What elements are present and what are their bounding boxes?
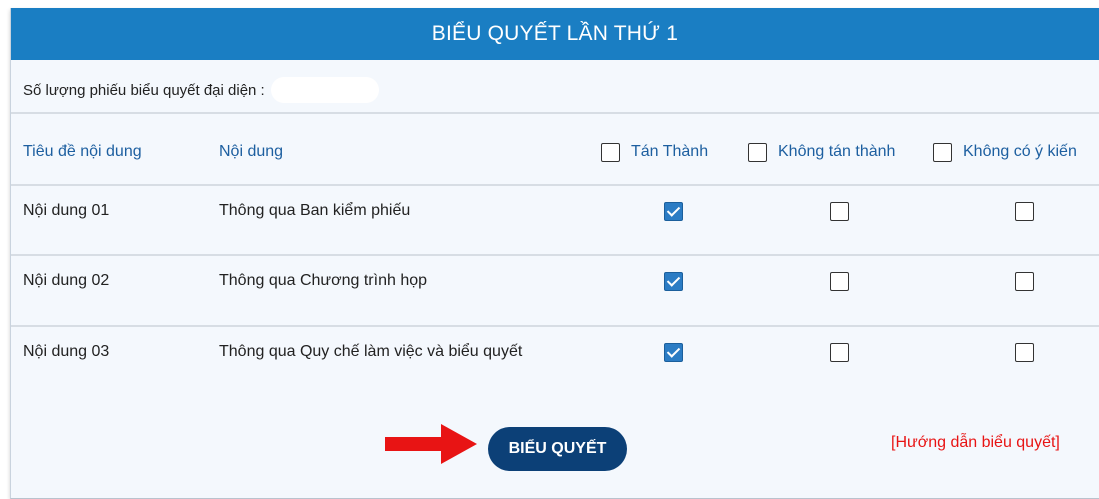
representative-votes-input[interactable] <box>270 77 379 103</box>
panel-title: BIỂU QUYẾT LẦN THỨ 1 <box>431 22 679 45</box>
no-opinion-cell <box>1007 317 1041 387</box>
disapprove-cell <box>822 176 856 246</box>
approve-cell <box>656 246 690 316</box>
disapprove-checkbox[interactable] <box>829 342 849 362</box>
approve-all-checkbox[interactable] <box>601 142 620 162</box>
column-header-disapprove-label: Không tán thành <box>778 143 896 160</box>
panel-header: BIỂU QUYẾT LẦN THỨ 1 <box>11 8 1099 60</box>
divider <box>11 112 1099 114</box>
disapprove-all-checkbox[interactable] <box>748 142 767 162</box>
column-header-approve: Tán Thành <box>601 122 708 182</box>
voting-panel: BIỂU QUYẾT LẦN THỨ 1 Số lượng phiếu biểu… <box>10 8 1099 499</box>
row-content: Thông qua Quy chế làm việc và biểu quyết <box>219 343 523 360</box>
row-content: Thông qua Ban kiểm phiếu <box>219 202 411 219</box>
row-content: Thông qua Chương trình họp <box>219 272 428 289</box>
column-header-no-opinion: Không có ý kiến <box>933 122 1077 182</box>
no-opinion-cell <box>1007 246 1041 316</box>
column-header-content: Nội dung <box>219 122 283 182</box>
approve-checkbox[interactable] <box>663 201 683 221</box>
disapprove-checkbox[interactable] <box>829 201 849 221</box>
approve-checkbox[interactable] <box>663 342 683 362</box>
arrow-right-icon <box>385 424 477 464</box>
column-header-title: Tiêu đề nội dung <box>23 122 142 182</box>
representative-votes-label: Số lượng phiếu biểu quyết đại diện : <box>23 81 265 99</box>
row-title: Nội dung 01 <box>23 202 110 219</box>
table-row: Nội dung 03 Thông qua Quy chế làm việc v… <box>11 317 1099 387</box>
vote-button[interactable]: BIỂU QUYẾT <box>488 427 627 471</box>
no-opinion-cell <box>1007 176 1041 246</box>
table-row: Nội dung 02 Thông qua Chương trình họp <box>11 246 1099 316</box>
disapprove-cell <box>822 246 856 316</box>
approve-checkbox[interactable] <box>663 271 683 291</box>
row-title: Nội dung 02 <box>23 272 110 289</box>
no-opinion-checkbox[interactable] <box>1014 342 1034 362</box>
no-opinion-all-checkbox[interactable] <box>933 142 952 162</box>
column-header-content-label: Nội dung <box>219 143 284 160</box>
no-opinion-checkbox[interactable] <box>1014 271 1034 291</box>
approve-cell <box>656 317 690 387</box>
column-header-disapprove: Không tán thành <box>748 122 895 182</box>
table-row: Nội dung 01 Thông qua Ban kiểm phiếu <box>11 176 1099 246</box>
column-header-approve-label: Tán Thành <box>631 143 709 160</box>
row-title: Nội dung 03 <box>23 343 110 360</box>
disapprove-cell <box>822 317 856 387</box>
no-opinion-checkbox[interactable] <box>1014 201 1034 221</box>
disapprove-checkbox[interactable] <box>829 271 849 291</box>
column-header-title-label: Tiêu đề nội dung <box>23 143 142 160</box>
representative-votes-row: Số lượng phiếu biểu quyết đại diện : <box>11 70 1099 110</box>
column-header-no-opinion-label: Không có ý kiến <box>963 143 1077 160</box>
voting-guide-link[interactable]: [Hướng dẫn biểu quyết] <box>891 434 1060 452</box>
approve-cell <box>656 176 690 246</box>
